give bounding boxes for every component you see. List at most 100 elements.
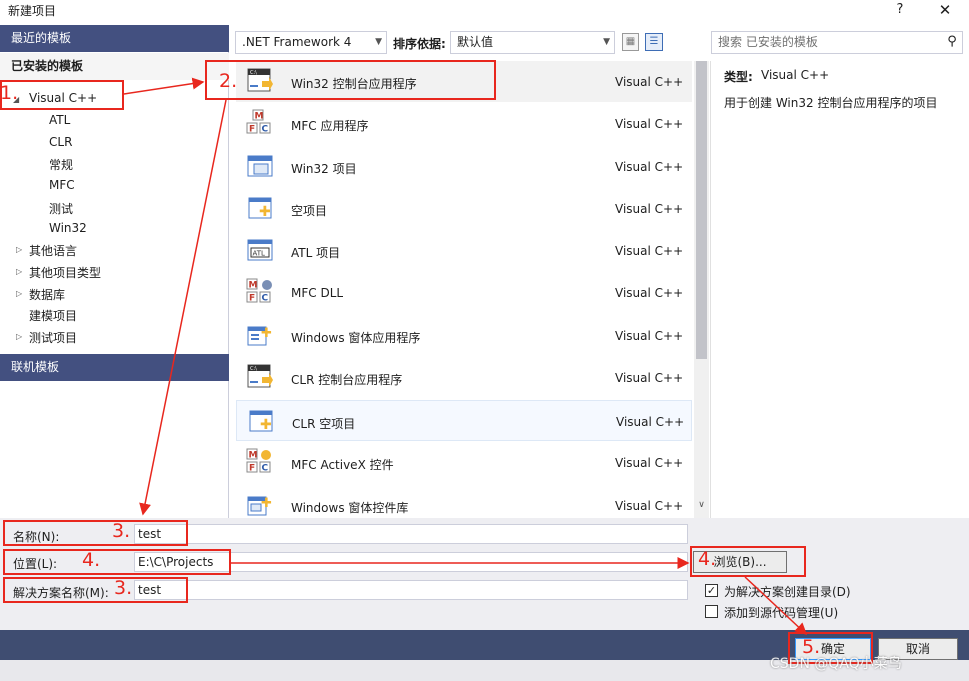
recent-templates-header[interactable]: 最近的模板 — [0, 25, 229, 52]
expand-triangle-icon[interactable]: ▷ — [16, 332, 22, 341]
template-name: 空项目 — [291, 204, 328, 218]
empty-project-icon: ✚ — [248, 197, 272, 220]
online-templates-header[interactable]: 联机模板 — [0, 354, 229, 381]
tree-item-test-project[interactable]: 测试项目 — [29, 329, 77, 346]
template-language: Visual C++ — [615, 329, 684, 343]
annotation-number-4a: 4. — [82, 549, 101, 571]
tree-item-mfc[interactable]: MFC — [49, 178, 75, 192]
tree-item-atl[interactable]: ATL — [49, 113, 70, 127]
search-icon[interactable]: ⚲ — [943, 33, 961, 51]
svg-text:F: F — [249, 125, 255, 135]
scroll-down-icon[interactable]: ∨ — [694, 500, 709, 518]
mfc-app-icon: MF C — [246, 109, 271, 135]
tree-item-other-languages[interactable]: 其他语言 — [29, 242, 77, 259]
template-row[interactable]: Win32 项目 Visual C++ — [236, 146, 692, 187]
sort-dropdown[interactable]: 默认值 ▼ — [450, 31, 615, 54]
annotation-number-3a: 3. — [112, 520, 131, 542]
create-directory-checkbox[interactable]: ✓ — [705, 584, 718, 597]
template-row[interactable]: C:\ CLR 控制台应用程序 Visual C++ — [236, 357, 692, 398]
type-value: Visual C++ — [761, 68, 830, 82]
template-name: MFC DLL — [291, 286, 344, 300]
annotation-number-3b: 3. — [114, 577, 133, 599]
template-row[interactable]: ATL ATL 项目 Visual C++ — [236, 230, 692, 271]
template-row[interactable]: MFC MFC DLL Visual C++ — [236, 272, 692, 313]
template-language: Visual C++ — [615, 371, 684, 385]
framework-dropdown[interactable]: .NET Framework 4 ▼ — [235, 31, 387, 54]
template-row[interactable]: MFC MFC ActiveX 控件 Visual C++ — [236, 442, 692, 483]
annotation-box-3a — [3, 520, 188, 546]
template-language: Visual C++ — [615, 202, 684, 216]
atl-project-icon: ATL — [247, 239, 273, 261]
installed-templates-header[interactable]: 已安装的模板 — [0, 53, 229, 80]
template-language: Visual C++ — [615, 75, 684, 89]
window-title: 新建项目 — [8, 4, 57, 18]
title-bar — [0, 0, 969, 22]
template-description: 用于创建 Win32 控制台应用程序的项目 — [724, 96, 938, 110]
template-row[interactable]: MFC MFC 应用程序 Visual C++ — [236, 103, 692, 144]
solution-name-input[interactable]: test — [134, 580, 688, 600]
tree-item-clr[interactable]: CLR — [49, 135, 72, 149]
svg-text:C: C — [262, 464, 269, 474]
template-row[interactable]: ✚ Windows 窗体应用程序 Visual C++ — [236, 315, 692, 356]
template-row[interactable]: ✚ 空项目 Visual C++ — [236, 188, 692, 229]
source-control-label: 添加到源代码管理(U) — [724, 606, 839, 620]
small-icons-view-icon[interactable]: ▦ — [622, 33, 639, 51]
svg-text:✚: ✚ — [261, 326, 272, 341]
svg-text:F: F — [249, 464, 255, 474]
tree-item-other-project-types[interactable]: 其他项目类型 — [29, 264, 101, 281]
template-language: Visual C++ — [616, 415, 685, 429]
svg-text:ATL: ATL — [253, 250, 266, 258]
chevron-down-icon: ▼ — [603, 37, 610, 47]
tree-item-modeling-project[interactable]: 建模项目 — [29, 307, 77, 324]
annotation-number-1: 1. — [0, 82, 19, 104]
search-input[interactable]: 搜索 已安装的模板 — [711, 31, 963, 54]
scrollbar-thumb[interactable] — [696, 61, 707, 359]
help-button[interactable]: ? — [888, 0, 912, 22]
tree-item-database[interactable]: 数据库 — [29, 286, 65, 303]
windows-forms-control-icon: ✚ — [247, 496, 272, 516]
sort-label: 排序依据: — [393, 37, 446, 51]
svg-text:✚: ✚ — [259, 204, 271, 220]
close-button[interactable]: ✕ — [930, 0, 960, 22]
template-language: Visual C++ — [615, 160, 684, 174]
name-input[interactable]: test — [134, 524, 688, 544]
template-list: C:\ Win32 控制台应用程序 Visual C++ MFC MFC 应用程… — [236, 61, 693, 518]
win32-project-icon — [247, 155, 273, 177]
mfc-activex-icon: MF C — [246, 448, 271, 474]
chevron-down-icon: ▼ — [375, 37, 382, 47]
tree-item-general[interactable]: 常规 — [49, 156, 73, 173]
annotation-box-1 — [0, 80, 124, 110]
template-name: MFC 应用程序 — [291, 119, 369, 133]
annotation-box-3b — [3, 577, 188, 603]
svg-text:C:\: C:\ — [250, 366, 257, 372]
source-control-checkbox[interactable] — [705, 605, 718, 618]
template-name: Win32 项目 — [291, 162, 357, 176]
svg-text:C: C — [262, 294, 269, 304]
expand-triangle-icon[interactable]: ▷ — [16, 267, 22, 276]
svg-text:C: C — [262, 125, 269, 135]
svg-text:M: M — [249, 451, 258, 461]
template-language: Visual C++ — [615, 117, 684, 131]
tree-item-win32[interactable]: Win32 — [49, 221, 87, 235]
template-language: Visual C++ — [615, 244, 684, 258]
annotation-number-4b: 4. — [698, 548, 717, 570]
sort-value: 默认值 — [457, 35, 494, 49]
template-row[interactable]: ✚ CLR 空项目 Visual C++ — [236, 400, 692, 441]
svg-text:✚: ✚ — [261, 496, 272, 511]
annotation-box-4a — [3, 549, 231, 575]
watermark: CSDN @QAQ小菜鸟 — [770, 656, 902, 672]
expand-triangle-icon[interactable]: ▷ — [16, 245, 22, 254]
framework-value: .NET Framework 4 — [242, 35, 352, 49]
template-name: ATL 项目 — [291, 246, 341, 260]
expand-triangle-icon[interactable]: ▷ — [16, 289, 22, 298]
annotation-number-2: 2. — [219, 70, 238, 92]
clr-console-app-icon: C:\ — [247, 364, 273, 388]
tree-item-test[interactable]: 测试 — [49, 200, 73, 217]
template-name: CLR 空项目 — [292, 417, 356, 431]
type-label: 类型: — [724, 70, 753, 84]
template-row[interactable]: ✚ Windows 窗体控件库 Visual C++ — [236, 485, 692, 518]
svg-text:M: M — [255, 112, 264, 122]
svg-text:M: M — [249, 281, 258, 291]
list-view-icon[interactable]: ☰ — [645, 33, 663, 51]
svg-text:✚: ✚ — [260, 417, 272, 433]
